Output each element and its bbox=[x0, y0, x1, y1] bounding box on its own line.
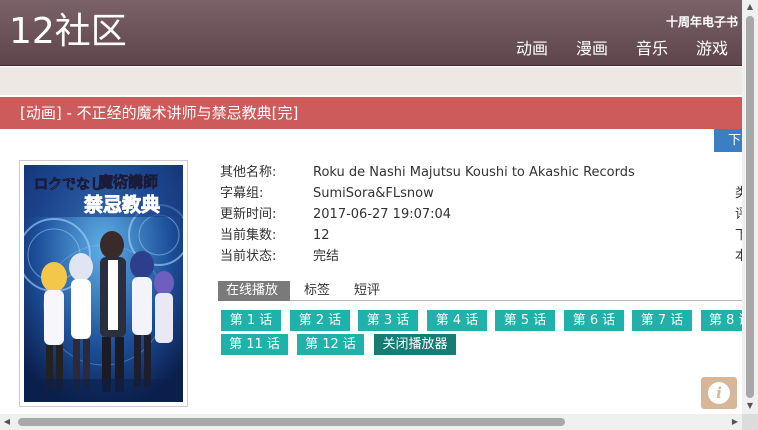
info-label: 更新时间: bbox=[220, 207, 277, 222]
scroll-left-arrow-icon[interactable]: ◀ bbox=[2, 414, 12, 430]
info-value: 2017-06-27 19:07:04 bbox=[313, 207, 452, 222]
cover-image: ロクでなし 魔術講師 禁忌教典 bbox=[19, 160, 188, 407]
cover-art: ロクでなし 魔術講師 禁忌教典 bbox=[24, 165, 183, 402]
tab-tags[interactable]: 标签 bbox=[296, 281, 338, 301]
episode-button[interactable]: 第 5 话 bbox=[495, 310, 555, 331]
page-title-bar: [动画] - 不正经的魔术讲师与禁忌教典[完] bbox=[0, 97, 742, 129]
main-nav: 动画 漫画 音乐 游戏 bbox=[502, 38, 742, 60]
info-label: 字幕组: bbox=[220, 186, 264, 201]
episode-button[interactable]: 第 3 话 bbox=[358, 310, 418, 331]
info-value: Roku de Nashi Majutsu Koushi to Akashic … bbox=[313, 165, 635, 180]
episode-button[interactable]: 第 2 话 bbox=[290, 310, 350, 331]
nav-games[interactable]: 游戏 bbox=[682, 38, 742, 60]
tab-online-play[interactable]: 在线播放 bbox=[218, 281, 290, 301]
episode-button[interactable]: 第 1 话 bbox=[221, 310, 281, 331]
nav-anime[interactable]: 动画 bbox=[502, 38, 562, 60]
scroll-right-arrow-icon[interactable]: ▶ bbox=[730, 414, 740, 430]
vertical-scrollbar[interactable]: ▲ ▼ bbox=[742, 0, 758, 414]
vertical-scroll-thumb[interactable] bbox=[746, 16, 754, 398]
browser-viewport: 12社区 十周年电子书 动画 漫画 音乐 游戏 [动画] - 不正经的魔术讲师与… bbox=[0, 0, 758, 430]
scroll-down-arrow-icon[interactable]: ▼ bbox=[742, 401, 758, 411]
episode-button[interactable]: 第 6 话 bbox=[564, 310, 624, 331]
scroll-up-arrow-icon[interactable]: ▲ bbox=[742, 2, 758, 12]
svg-text:ロクでなし: ロクでなし bbox=[34, 177, 104, 193]
info-button[interactable]: i bbox=[701, 377, 737, 409]
nav-music[interactable]: 音乐 bbox=[622, 38, 682, 60]
anniversary-ebook-link[interactable]: 十周年电子书 bbox=[666, 13, 738, 30]
episode-button[interactable]: 第 4 话 bbox=[427, 310, 487, 331]
info-label: 其他名称: bbox=[220, 165, 277, 180]
info-value: 完结 bbox=[313, 249, 340, 264]
svg-text:魔術講師: 魔術講師 bbox=[98, 173, 158, 191]
site-header: 12社区 十周年电子书 动画 漫画 音乐 游戏 bbox=[0, 0, 742, 66]
site-logo[interactable]: 12社区 bbox=[9, 12, 127, 52]
info-value: 12 bbox=[313, 228, 330, 243]
nav-manga[interactable]: 漫画 bbox=[562, 38, 622, 60]
episode-button[interactable]: 第 12 话 bbox=[297, 334, 364, 355]
info-label: 当前状态: bbox=[220, 249, 277, 264]
cover-illustration: ロクでなし 魔術講師 禁忌教典 bbox=[24, 165, 183, 402]
page-title: [动画] - 不正经的魔术讲师与禁忌教典[完] bbox=[20, 104, 299, 122]
info-value: SumiSora&FLsnow bbox=[313, 186, 434, 201]
close-player-button[interactable]: 关闭播放器 bbox=[374, 334, 456, 355]
info-icon: i bbox=[708, 382, 730, 404]
episode-button[interactable]: 第 8 话 bbox=[701, 310, 742, 331]
sub-navigation-bar bbox=[0, 67, 742, 95]
horizontal-scroll-thumb[interactable] bbox=[18, 418, 565, 426]
info-label: 当前集数: bbox=[220, 228, 277, 243]
scrollbar-corner bbox=[742, 414, 758, 430]
svg-text:禁忌教典: 禁忌教典 bbox=[84, 193, 160, 216]
content-tabs: 在线播放 标签 短评 bbox=[218, 281, 742, 301]
episode-button[interactable]: 第 11 话 bbox=[221, 334, 288, 355]
horizontal-scrollbar[interactable]: ◀ ▶ bbox=[0, 414, 742, 430]
tab-reviews[interactable]: 短评 bbox=[346, 281, 388, 301]
episode-button[interactable]: 第 7 话 bbox=[632, 310, 692, 331]
